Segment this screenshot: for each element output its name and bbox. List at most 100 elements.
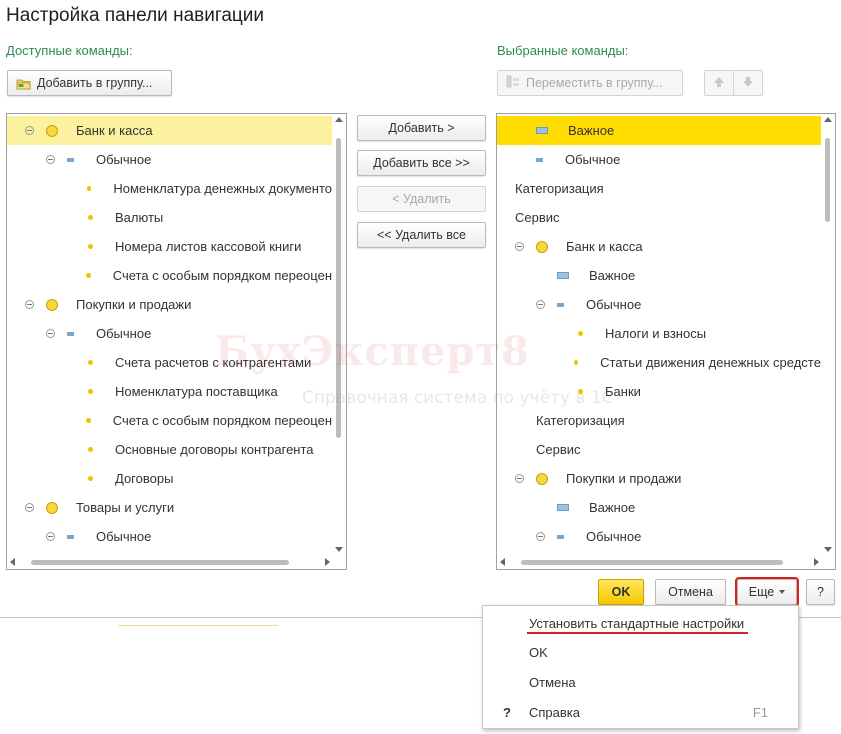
- tree-row[interactable]: Сервис: [497, 435, 821, 464]
- tree-row-label: Важное: [568, 123, 615, 138]
- scrollbar-thumb[interactable]: [825, 138, 830, 222]
- tree-row-label: Обычное: [96, 529, 152, 544]
- tree-row[interactable]: Покупки и продажи: [7, 290, 332, 319]
- arrow-up-icon: [712, 75, 726, 92]
- scroll-right-arrow-icon[interactable]: [325, 558, 330, 566]
- cancel-button[interactable]: Отмена: [655, 579, 726, 605]
- group-circle-icon: [536, 472, 548, 485]
- tree-row[interactable]: Счета с особым порядком переоцен: [7, 261, 332, 290]
- tree-row-label: Важное: [589, 500, 636, 515]
- scroll-left-arrow-icon[interactable]: [10, 558, 15, 566]
- move-up-button[interactable]: [704, 70, 734, 96]
- tree-row[interactable]: Номенклатура поставщика: [7, 377, 332, 406]
- move-to-group-button[interactable]: Переместить в группу...: [497, 70, 683, 96]
- selected-horizontal-scrollbar[interactable]: [497, 555, 835, 569]
- section-important-icon: [557, 272, 569, 279]
- tree-row[interactable]: Налоги и взносы: [497, 319, 821, 348]
- tree-row[interactable]: Договоры: [7, 464, 332, 493]
- scroll-left-arrow-icon[interactable]: [500, 558, 505, 566]
- tree-row-label: Сервис: [515, 210, 560, 225]
- tree-row[interactable]: Статьи движения денежных средстe: [497, 348, 821, 377]
- tree-row[interactable]: Сервис: [497, 203, 821, 232]
- command-dot-icon: [578, 389, 583, 394]
- tree-row[interactable]: Обычное: [497, 290, 821, 319]
- menu-item-label: Отмена: [529, 674, 576, 690]
- scroll-up-arrow-icon[interactable]: [824, 117, 832, 122]
- tree-row-label: Категоризация: [536, 413, 625, 428]
- remove-all-button[interactable]: << Удалить все: [357, 222, 486, 248]
- scroll-down-arrow-icon[interactable]: [335, 547, 343, 552]
- section-normal-icon: [557, 302, 564, 307]
- remove-button[interactable]: < Удалить: [357, 186, 486, 212]
- tree-row[interactable]: Важное: [497, 116, 821, 145]
- menu-item-label: Установить стандартные настройки: [529, 615, 745, 631]
- window-title: Настройка панели навигации: [6, 5, 265, 26]
- tree-row[interactable]: Важное: [497, 493, 821, 522]
- scroll-down-arrow-icon[interactable]: [824, 547, 832, 552]
- tree-row[interactable]: Обычное: [7, 145, 332, 174]
- add-button[interactable]: Добавить >: [357, 115, 486, 141]
- scrollbar-thumb[interactable]: [521, 560, 783, 565]
- section-normal-icon: [536, 157, 543, 162]
- tree-row[interactable]: Важное: [497, 261, 821, 290]
- ok-button[interactable]: OK: [598, 579, 644, 605]
- tree-row[interactable]: Категоризация: [497, 174, 821, 203]
- collapse-toggle-icon[interactable]: [536, 300, 545, 309]
- tree-row[interactable]: Покупки и продажи: [497, 464, 821, 493]
- group-circle-icon: [46, 124, 58, 137]
- tree-row[interactable]: Валюты: [7, 203, 332, 232]
- tree-row[interactable]: Обычное: [7, 319, 332, 348]
- collapse-toggle-icon[interactable]: [25, 503, 34, 512]
- menu-item-ok[interactable]: OK: [483, 637, 798, 667]
- collapse-toggle-icon[interactable]: [46, 155, 55, 164]
- tree-row[interactable]: Обычное: [497, 522, 821, 551]
- available-horizontal-scrollbar[interactable]: [7, 555, 346, 569]
- menu-item-help[interactable]: ? Справка F1: [483, 697, 798, 727]
- selected-commands-tree[interactable]: Важное Обычное Категоризация Сервис Банк и к…: [496, 113, 836, 570]
- command-dot-icon: [574, 360, 579, 365]
- move-to-group-icon: [506, 75, 520, 91]
- available-vertical-scrollbar[interactable]: [332, 114, 346, 555]
- tree-row-label: Обычное: [586, 297, 642, 312]
- tree-row[interactable]: Банки: [497, 377, 821, 406]
- move-down-button[interactable]: [733, 70, 763, 96]
- tree-row-label: Важное: [589, 268, 636, 283]
- tree-row[interactable]: Обычное: [497, 145, 821, 174]
- tree-row[interactable]: Счета расчетов с контрагентами: [7, 348, 332, 377]
- tree-row[interactable]: Номенклатура денежных документо: [7, 174, 332, 203]
- add-all-button[interactable]: Добавить все >>: [357, 150, 486, 176]
- add-to-group-button[interactable]: Добавить в группу...: [7, 70, 172, 96]
- available-commands-tree[interactable]: Банк и касса Обычное Номенклатура денежных…: [6, 113, 347, 570]
- collapse-toggle-icon[interactable]: [46, 329, 55, 338]
- more-button[interactable]: Еще: [735, 577, 799, 607]
- more-dropdown-menu: Установить стандартные настройки OK Отме…: [482, 605, 799, 729]
- scrollbar-thumb[interactable]: [336, 138, 341, 438]
- tree-row[interactable]: Номера листов кассовой книги: [7, 232, 332, 261]
- tree-row[interactable]: Товары и услуги: [7, 493, 332, 522]
- collapse-toggle-icon[interactable]: [515, 242, 524, 251]
- collapse-toggle-icon[interactable]: [536, 532, 545, 541]
- collapse-toggle-icon[interactable]: [25, 300, 34, 309]
- command-dot-icon: [88, 215, 93, 220]
- scrollbar-thumb[interactable]: [31, 560, 289, 565]
- selected-vertical-scrollbar[interactable]: [821, 114, 835, 555]
- tree-row[interactable]: Счета с особым порядком переоцен: [7, 406, 332, 435]
- tree-row-label: Обычное: [586, 529, 642, 544]
- tree-row[interactable]: Банк и касса: [497, 232, 821, 261]
- collapse-toggle-icon[interactable]: [515, 474, 524, 483]
- tree-row[interactable]: Банк и касса: [7, 116, 332, 145]
- tree-row[interactable]: Основные договоры контрагента: [7, 435, 332, 464]
- collapse-toggle-icon[interactable]: [25, 126, 34, 135]
- tree-row-label: Покупки и продажи: [566, 471, 682, 486]
- tree-row[interactable]: Категоризация: [497, 406, 821, 435]
- collapse-toggle-icon[interactable]: [46, 532, 55, 541]
- help-button[interactable]: ?: [806, 579, 835, 605]
- tree-row[interactable]: Обычное: [7, 522, 332, 551]
- command-dot-icon: [86, 418, 91, 423]
- scroll-right-arrow-icon[interactable]: [814, 558, 819, 566]
- tree-row-label: Счета расчетов с контрагентами: [115, 355, 312, 370]
- tree-row-label: Обычное: [565, 152, 621, 167]
- menu-item-label: Справка: [529, 704, 580, 720]
- scroll-up-arrow-icon[interactable]: [335, 117, 343, 122]
- menu-item-cancel[interactable]: Отмена: [483, 667, 798, 697]
